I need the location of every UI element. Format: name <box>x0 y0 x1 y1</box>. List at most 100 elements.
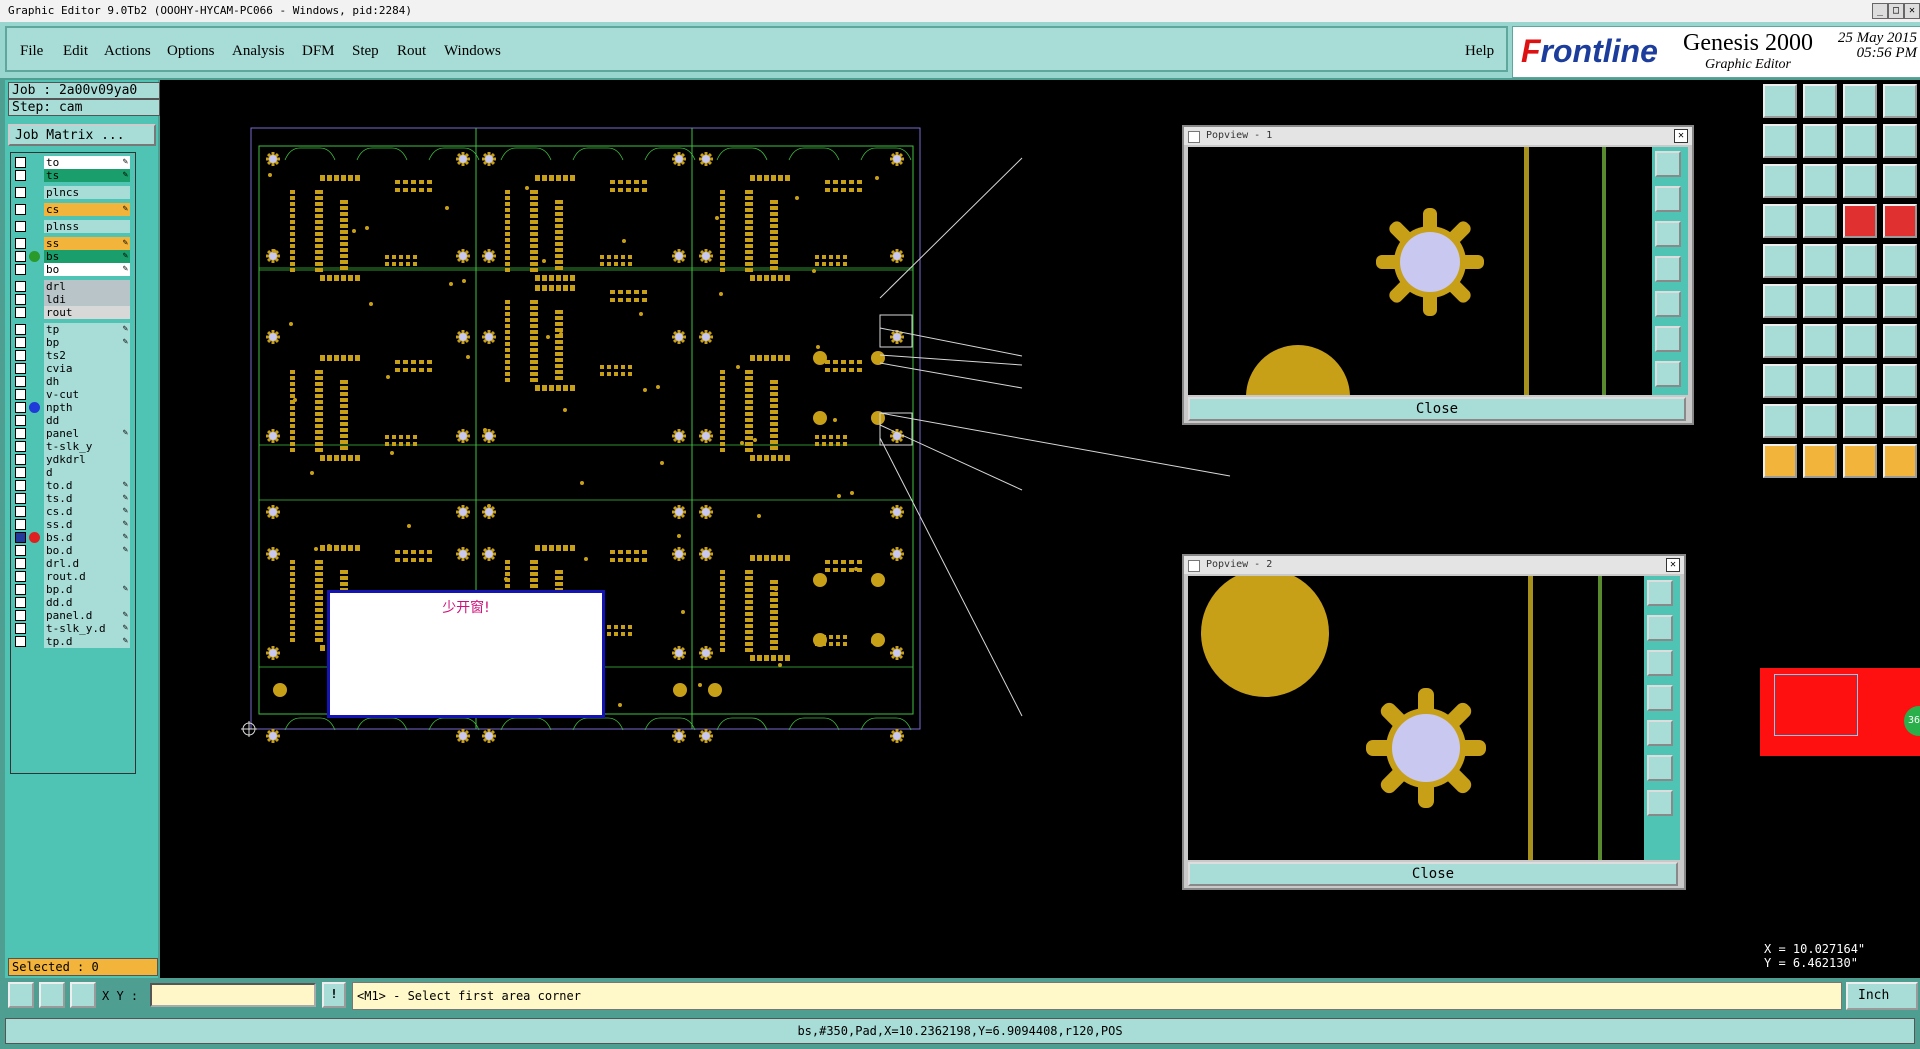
layer-name[interactable]: tp.d ✎ <box>44 635 130 648</box>
layer-row-tp.d[interactable]: tp.d ✎ <box>13 635 131 648</box>
layer-name[interactable]: rout.d <box>44 570 130 583</box>
layer-checkbox[interactable] <box>15 493 26 504</box>
layer-checkbox[interactable] <box>15 506 26 517</box>
side-badge[interactable]: 36 <box>1904 706 1920 736</box>
menu-edit[interactable]: Edit <box>63 43 88 60</box>
layer-row-bp[interactable]: bp ✎ <box>13 336 131 349</box>
popview-1-close-icon[interactable]: ✕ <box>1674 129 1688 143</box>
menu-windows[interactable]: Windows <box>444 43 501 60</box>
layer-name[interactable]: ts2 <box>44 349 130 362</box>
layer-row-panel.d[interactable]: panel.d ✎ <box>13 609 131 622</box>
move-right-icon[interactable] <box>1803 124 1837 158</box>
layer-name[interactable]: bs ✎ <box>44 250 130 263</box>
lasso-icon[interactable] <box>1763 204 1797 238</box>
menu-step[interactable]: Step <box>352 43 379 60</box>
layer-row-cvia[interactable]: cvia <box>13 362 131 375</box>
node-add-icon[interactable] <box>1883 284 1917 318</box>
layer-name[interactable]: npth <box>44 401 130 414</box>
fit-vertical-icon[interactable] <box>1763 164 1797 198</box>
layer-row-npth[interactable]: npth <box>13 401 131 414</box>
layer-row-ldi[interactable]: ldi <box>13 293 131 306</box>
layer-checkbox[interactable] <box>15 441 26 452</box>
layer-name[interactable]: dd <box>44 414 130 427</box>
layer-name[interactable]: bp.d ✎ <box>44 583 130 596</box>
layer-name[interactable]: t-slk_y <box>44 440 130 453</box>
layer-name[interactable]: panel ✎ <box>44 427 130 440</box>
layer-row-cs.d[interactable]: cs.d ✎ <box>13 505 131 518</box>
layer-checkbox[interactable] <box>15 610 26 621</box>
popview-1-view[interactable] <box>1188 147 1652 395</box>
layer-row-bs.d[interactable]: bs.d ✎ <box>13 531 131 544</box>
layer-row-ts2[interactable]: ts2 <box>13 349 131 362</box>
popview-2-close-icon[interactable]: ✕ <box>1666 558 1680 572</box>
layer-checkbox[interactable] <box>15 389 26 400</box>
menu-analysis[interactable]: Analysis <box>232 43 285 60</box>
menu-help[interactable]: Help <box>1465 43 1494 60</box>
layer-row-plnss[interactable]: plnss <box>13 220 131 233</box>
layer-name[interactable]: bs.d ✎ <box>44 531 130 544</box>
layer-name[interactable]: to.d ✎ <box>44 479 130 492</box>
popview-2-view[interactable] <box>1188 576 1644 860</box>
layer-name[interactable]: ts.d ✎ <box>44 492 130 505</box>
layer-row-ydkdrl[interactable]: ydkdrl <box>13 453 131 466</box>
help-icon[interactable] <box>1883 164 1917 198</box>
layer-checkbox[interactable] <box>15 204 26 215</box>
layer-name[interactable]: cs.d ✎ <box>44 505 130 518</box>
split-icon[interactable] <box>1883 124 1917 158</box>
layer-row-t-slk_y[interactable]: t-slk_y <box>13 440 131 453</box>
pad-round-icon[interactable] <box>1883 244 1917 278</box>
save-icon[interactable] <box>1803 84 1837 118</box>
grid-icon[interactable] <box>70 982 96 1008</box>
menu-dfm[interactable]: DFM <box>302 43 335 60</box>
net-icon[interactable] <box>1763 284 1797 318</box>
popview-2-close-button[interactable]: Close <box>1188 862 1678 886</box>
layer-name[interactable]: bp ✎ <box>44 336 130 349</box>
open-icon[interactable] <box>1763 84 1797 118</box>
layer-row-rout[interactable]: rout <box>13 306 131 319</box>
layer-name[interactable]: d <box>44 466 130 479</box>
add-feature-icon[interactable] <box>1763 244 1797 278</box>
layer-checkbox[interactable] <box>15 281 26 292</box>
layer-row-dd[interactable]: dd <box>13 414 131 427</box>
pointer-icon[interactable] <box>1763 444 1797 478</box>
layer-row-panel[interactable]: panel ✎ <box>13 427 131 440</box>
layer-checkbox[interactable] <box>15 597 26 608</box>
maximize-icon[interactable]: □ <box>1888 3 1904 19</box>
zoom-fit-icon[interactable] <box>1803 164 1837 198</box>
layer-name[interactable]: dd.d <box>44 596 130 609</box>
layer-name[interactable]: t-slk_y.d ✎ <box>44 622 130 635</box>
cross-icon[interactable] <box>1803 284 1837 318</box>
zoom-in-icon[interactable] <box>1647 615 1673 641</box>
close-icon[interactable]: ✕ <box>1904 3 1920 19</box>
layer-name[interactable]: panel.d ✎ <box>44 609 130 622</box>
layer-row-drl[interactable]: drl <box>13 280 131 293</box>
layer-row-tp[interactable]: tp ✎ <box>13 323 131 336</box>
center-icon[interactable] <box>1655 361 1681 387</box>
ruler-icon[interactable] <box>1843 244 1877 278</box>
dimension-icon[interactable] <box>1843 364 1877 398</box>
layer-row-to.d[interactable]: to.d ✎ <box>13 479 131 492</box>
layer-row-bp.d[interactable]: bp.d ✎ <box>13 583 131 596</box>
layer-checkbox[interactable] <box>15 170 26 181</box>
layer-checkbox[interactable] <box>15 324 26 335</box>
layer-name[interactable]: rout <box>44 306 130 319</box>
layer-checkbox[interactable] <box>15 519 26 530</box>
popview-1-close-button[interactable]: Close <box>1188 397 1686 421</box>
move-left-icon[interactable] <box>1763 124 1797 158</box>
layer-name[interactable]: bo.d ✎ <box>44 544 130 557</box>
pointer3-icon[interactable] <box>1843 444 1877 478</box>
layer-checkbox[interactable] <box>15 238 26 249</box>
layer-icon[interactable] <box>1883 364 1917 398</box>
layer-row-bo[interactable]: bo ✎ <box>13 263 131 276</box>
zoom-out-icon[interactable] <box>1655 221 1681 247</box>
pan-right-icon[interactable] <box>1647 720 1673 746</box>
select-pad-icon[interactable] <box>1763 364 1797 398</box>
snap-icon[interactable] <box>1843 204 1877 238</box>
layer-row-t-slk_y.d[interactable]: t-slk_y.d ✎ <box>13 622 131 635</box>
triangle2-icon[interactable] <box>1803 404 1837 438</box>
layer-row-dh[interactable]: dh <box>13 375 131 388</box>
layer-name[interactable]: ydkdrl <box>44 453 130 466</box>
layer-checkbox[interactable] <box>15 571 26 582</box>
pan-left-icon[interactable] <box>1655 256 1681 282</box>
layer-name[interactable]: ss ✎ <box>44 237 130 250</box>
